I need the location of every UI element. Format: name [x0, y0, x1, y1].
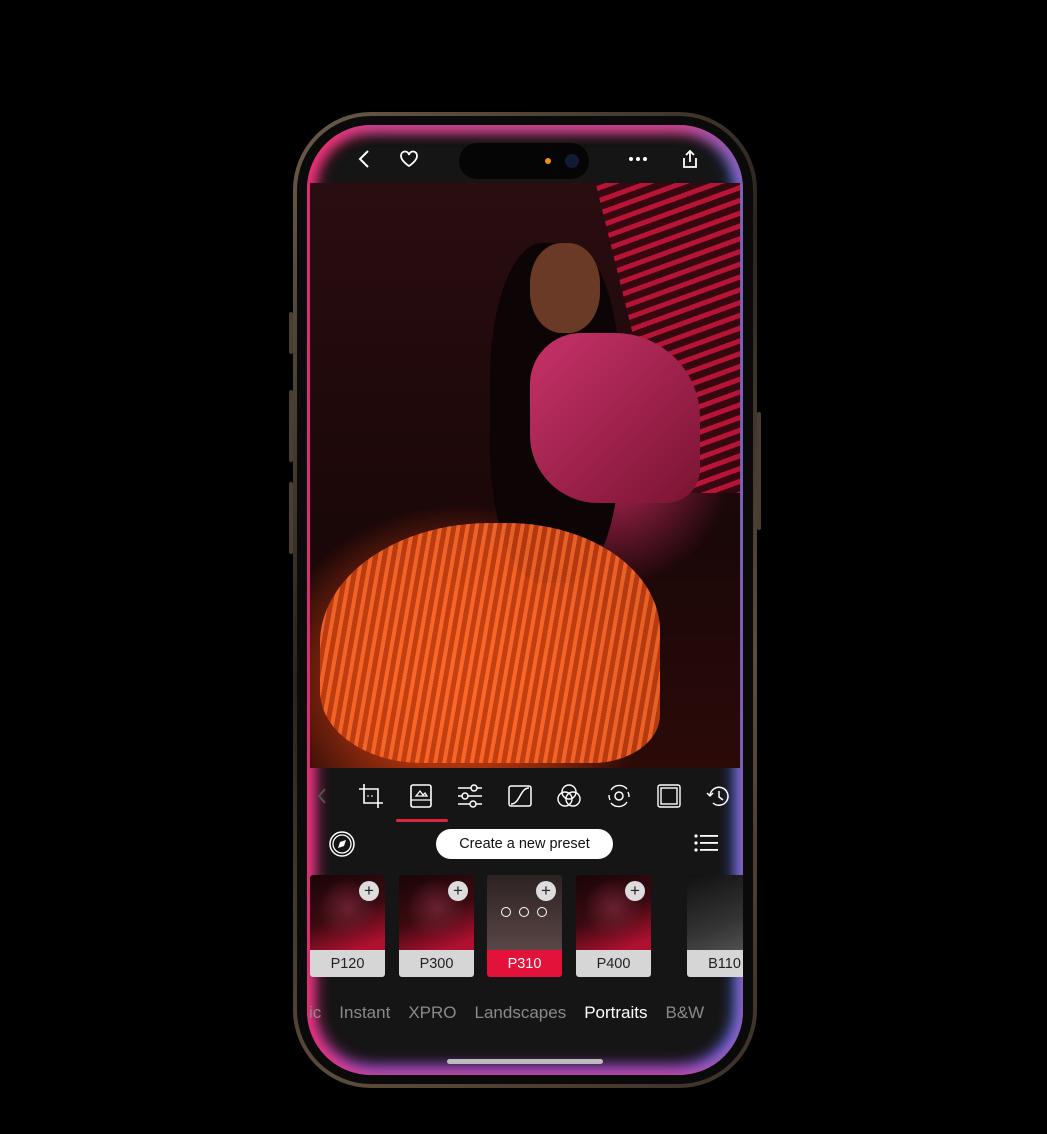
more-icon: [628, 157, 647, 161]
photo-subject-face: [530, 243, 600, 333]
category-tab[interactable]: ic: [309, 1003, 321, 1023]
preset-card[interactable]: B110: [687, 875, 743, 977]
category-tab[interactable]: B&W: [666, 1003, 705, 1023]
add-preset-icon[interactable]: +: [625, 881, 645, 901]
preset-label: P300: [399, 950, 474, 977]
compass-icon: [329, 831, 355, 857]
history-icon: [706, 786, 729, 807]
toolbar-scroll-left[interactable]: [317, 776, 346, 816]
more-button[interactable]: [625, 146, 651, 172]
home-indicator[interactable]: [447, 1059, 603, 1064]
share-icon: [683, 149, 697, 168]
curve-icon: [508, 785, 532, 807]
tool-adjust[interactable]: [445, 776, 495, 816]
preset-thumbnail: [687, 875, 743, 950]
rotate-icon: [608, 784, 630, 808]
photo-subject-dress: [320, 523, 660, 763]
share-button[interactable]: [677, 146, 703, 172]
photo-canvas[interactable]: [310, 183, 740, 768]
preset-card[interactable]: + P120: [310, 875, 385, 977]
tool-transform[interactable]: [594, 776, 644, 816]
tool-presets[interactable]: [395, 776, 448, 822]
presets-icon: [409, 784, 432, 808]
preset-list-button[interactable]: [694, 833, 718, 858]
category-tab-active[interactable]: Portraits: [584, 1003, 647, 1023]
list-icon: [694, 834, 718, 852]
create-preset-button[interactable]: Create a new preset: [436, 829, 613, 859]
add-preset-icon[interactable]: +: [536, 881, 556, 901]
preset-card[interactable]: + P300: [399, 875, 474, 977]
favorite-button[interactable]: [396, 146, 422, 172]
chevron-left-icon: [358, 150, 369, 168]
preset-label: P120: [310, 950, 385, 977]
preset-options-icon[interactable]: [501, 907, 547, 917]
preset-label: P400: [576, 950, 651, 977]
heart-icon: [399, 150, 418, 168]
back-button[interactable]: [351, 146, 377, 172]
tool-frame[interactable]: [644, 776, 694, 816]
tool-history[interactable]: [693, 776, 743, 816]
sliders-icon: [458, 784, 483, 808]
category-tab[interactable]: Instant: [339, 1003, 390, 1023]
add-preset-icon[interactable]: +: [359, 881, 379, 901]
top-bar: [307, 125, 743, 183]
tool-crop[interactable]: [346, 776, 396, 816]
discover-button[interactable]: [329, 831, 355, 862]
preset-card[interactable]: + P400: [576, 875, 651, 977]
crop-icon: [358, 784, 383, 808]
edit-toolbar: [307, 773, 743, 822]
category-tab[interactable]: XPRO: [408, 1003, 456, 1023]
preset-label: B110: [687, 950, 743, 977]
chevron-left-icon: [317, 788, 326, 804]
tool-curves[interactable]: [495, 776, 545, 816]
frame-icon: [656, 784, 681, 808]
preset-card-selected[interactable]: + P310: [487, 875, 562, 977]
add-preset-icon[interactable]: +: [448, 881, 468, 901]
color-mix-icon: [557, 784, 582, 807]
power-button: [757, 412, 761, 530]
phone-screen: Create a new preset + P120 + P300 + P310 + P…: [307, 125, 743, 1075]
preset-strip: + P120 + P300 + P310 + P400 B110: [307, 875, 743, 978]
tool-color[interactable]: [545, 776, 595, 816]
preset-label: P310: [487, 950, 562, 977]
preset-categories: ic Instant XPRO Landscapes Portraits B&W: [307, 1003, 743, 1023]
presets-header: Create a new preset: [307, 825, 743, 865]
photo-subject-jacket: [530, 333, 700, 503]
category-tab[interactable]: Landscapes: [475, 1003, 567, 1023]
